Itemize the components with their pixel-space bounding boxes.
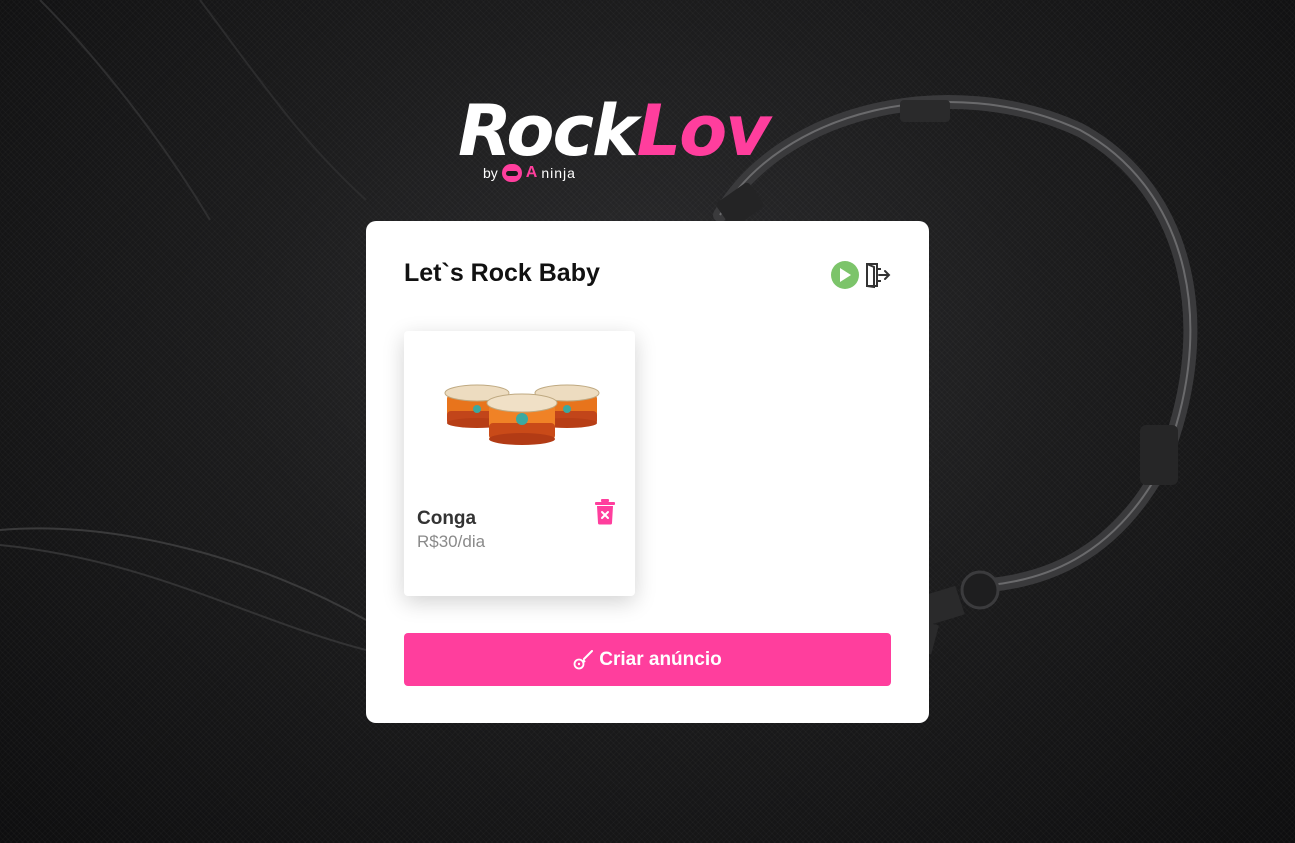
logo-byline: by A ninja xyxy=(483,164,576,182)
logo-qa-text: A xyxy=(525,164,538,181)
logout-icon[interactable] xyxy=(863,261,891,289)
logo-by-text: by xyxy=(483,165,498,181)
create-ad-label: Criar anúncio xyxy=(599,648,722,670)
guitar-icon xyxy=(573,649,594,669)
play-button[interactable] xyxy=(831,261,859,289)
trash-icon[interactable] xyxy=(594,499,616,525)
create-ad-button[interactable]: Criar anúncio xyxy=(404,633,891,686)
dashboard-card: Let`s Rock Baby Conga R$30/dia Criar anú… xyxy=(366,221,929,723)
page-title: Let`s Rock Baby xyxy=(404,259,600,287)
item-price: R$30/dia xyxy=(417,532,486,551)
header-actions xyxy=(831,261,891,289)
conga-image xyxy=(444,384,600,445)
play-icon xyxy=(840,268,851,282)
equipment-card-conga[interactable]: Conga R$30/dia xyxy=(404,331,635,596)
logo-lov-text: Lov xyxy=(636,90,771,172)
logo-wordmark: RockLov xyxy=(458,96,771,166)
rocklov-logo: RockLov by A ninja xyxy=(458,92,838,192)
qaninja-icon xyxy=(501,164,522,182)
logo-ninja-text: ninja xyxy=(541,165,576,181)
item-name: Conga xyxy=(417,508,477,529)
logo-rock-text: Rock xyxy=(458,90,639,172)
